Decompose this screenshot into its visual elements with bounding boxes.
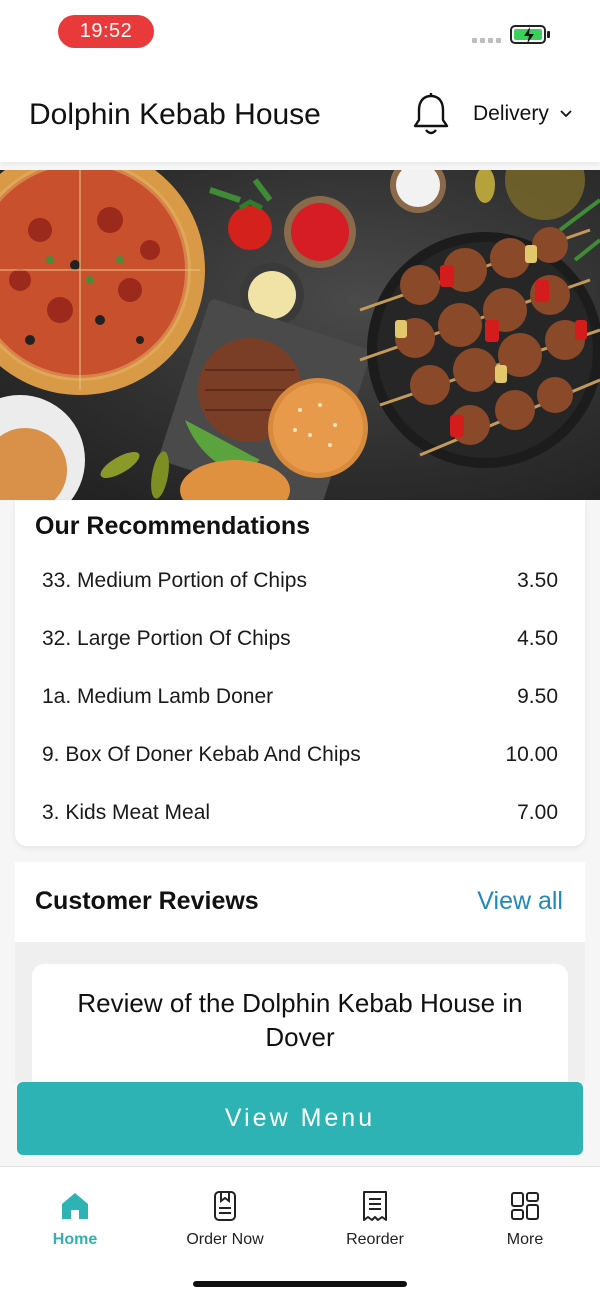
grid-icon [511,1192,539,1220]
status-bar: 19:52 [0,0,600,70]
view-all-reviews-link[interactable]: View all [477,887,563,916]
battery-icon [510,25,550,44]
chevron-down-icon [560,110,572,118]
item-name: 9. Box Of Doner Kebab And Chips [42,743,361,766]
app-header: Dolphin Kebab House Delivery [0,70,600,162]
item-name: 32. Large Portion Of Chips [42,627,291,650]
signal-icon [472,38,501,43]
tab-label: Order Now [186,1231,264,1248]
tab-reorder[interactable]: Reorder [315,1189,435,1249]
item-price: 7.00 [517,801,558,824]
receipt-icon [363,1191,387,1221]
view-menu-button[interactable]: View Menu [17,1082,583,1155]
item-price: 9.50 [517,685,558,708]
recommendations-card: Our Recommendations 33. Medium Portion o… [15,500,585,846]
recommendations-list: 33. Medium Portion of Chips 3.50 32. Lar… [15,552,585,842]
recommendation-item[interactable]: 1a. Medium Lamb Doner 9.50 [15,668,585,726]
tab-label: Home [52,1231,98,1248]
recommendation-item[interactable]: 3. Kids Meat Meal 7.00 [15,784,585,842]
tab-label: More [506,1231,544,1248]
item-price: 10.00 [505,743,558,766]
home-icon [62,1193,88,1219]
bell-icon[interactable] [410,92,452,138]
item-name: 1a. Medium Lamb Doner [42,685,274,708]
tab-more[interactable]: More [465,1189,585,1249]
restaurant-title: Dolphin Kebab House [29,98,321,131]
review-card[interactable]: Review of the Dolphin Kebab House in Dov… [32,964,568,1094]
item-name: 33. Medium Portion of Chips [42,569,307,592]
order-icon [214,1191,236,1221]
recommendation-item[interactable]: 32. Large Portion Of Chips 4.50 [15,610,585,668]
tab-order-now[interactable]: Order Now [165,1189,285,1249]
review-card-title: Review of the Dolphin Kebab House in Dov… [77,988,523,1052]
home-indicator[interactable] [193,1281,407,1287]
recommendations-title: Our Recommendations [35,512,311,540]
delivery-mode-dropdown[interactable]: Delivery [473,102,573,126]
item-name: 3. Kids Meat Meal [42,801,211,824]
recommendation-item[interactable]: 33. Medium Portion of Chips 3.50 [15,552,585,610]
delivery-mode-label: Delivery [473,102,549,125]
tab-label: Reorder [346,1231,404,1248]
clock: 19:52 [58,15,154,48]
reviews-carousel: Review of the Dolphin Kebab House in Dov… [15,942,585,1094]
recommendation-item[interactable]: 9. Box Of Doner Kebab And Chips 10.00 [15,726,585,784]
bottom-tab-bar: Home Order Now Reorder More [0,1166,600,1299]
item-price: 3.50 [517,569,558,592]
reviews-title: Customer Reviews [35,887,259,915]
item-price: 4.50 [517,627,558,650]
tab-home[interactable]: Home [15,1189,135,1249]
reviews-header: Customer Reviews View all [15,862,585,942]
hero-food-image [0,170,600,500]
